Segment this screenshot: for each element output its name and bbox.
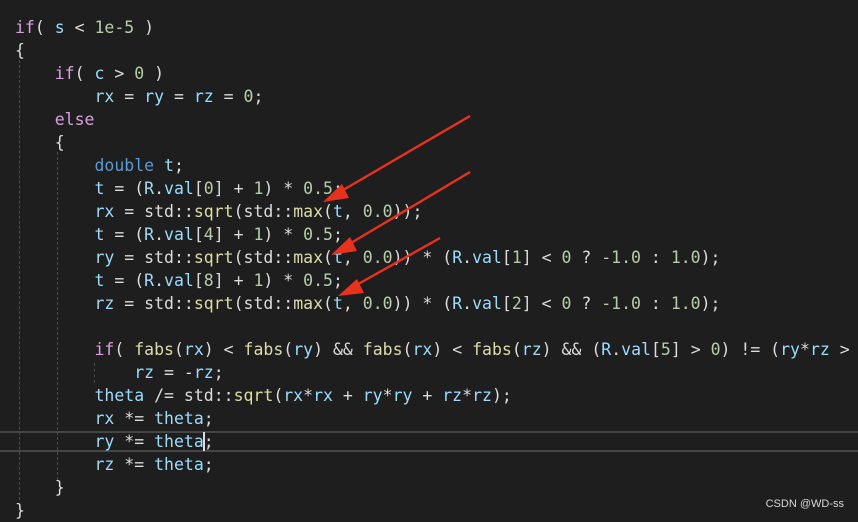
watermark: CSDN @WD-ss [765,498,844,510]
code-editor[interactable]: if( s < 1e-5 ){ if( c > 0 ) rx = ry = rz… [0,0,858,522]
annotation-arrows [323,114,471,296]
annotation-arrow-1 [323,114,471,202]
